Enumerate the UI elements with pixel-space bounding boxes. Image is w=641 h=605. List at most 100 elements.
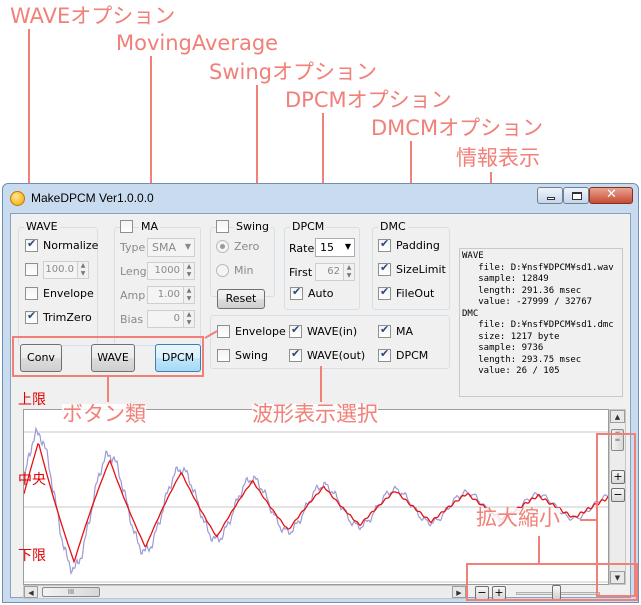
level-checkbox[interactable] — [25, 263, 38, 276]
maximize-button[interactable] — [563, 187, 589, 204]
level-value: 100.0 — [45, 264, 74, 275]
callout-zoom: 拡大縮小 — [476, 506, 560, 530]
rate-value: 15 — [320, 241, 334, 254]
callout-swing-option: Swingオプション — [209, 60, 377, 84]
dpcm-group-label: DPCM — [290, 220, 327, 233]
display-ma-checkbox[interactable] — [378, 323, 391, 338]
scroll-left-icon[interactable]: ◀ — [24, 586, 38, 598]
center-label: 中央 — [18, 472, 46, 488]
rate-select[interactable]: 15 ▼ — [315, 238, 355, 257]
callout-moving-average: MovingAverage — [116, 31, 279, 55]
auto-checkbox[interactable] — [290, 285, 303, 300]
trimzero-checkbox[interactable] — [25, 309, 38, 324]
app-icon — [10, 191, 25, 206]
reset-button[interactable]: Reset — [217, 289, 265, 309]
type-label: Type — [120, 241, 146, 254]
upper-limit-label: 上限 — [18, 392, 46, 408]
callout-info-display: 情報表示 — [456, 146, 540, 170]
display-swing-checkbox[interactable] — [217, 349, 230, 362]
callout-dmcm-option: DMCMオプション — [371, 116, 544, 140]
swing-label: Swing — [234, 220, 271, 233]
level-stepper[interactable]: 100.0 ▲ ▼ — [43, 261, 89, 279]
callout-dpcm-option: DPCMオプション — [285, 88, 452, 112]
envelope-label: Envelope — [43, 287, 94, 300]
normalize-checkbox[interactable] — [25, 237, 38, 252]
amp-value: 1.00 — [157, 289, 180, 300]
sizelimit-label: SizeLimit — [396, 263, 446, 276]
waveform-canvas — [24, 426, 608, 583]
spin-arrows-icon[interactable]: ▲ ▼ — [183, 311, 194, 327]
display-dpcm-label: DPCM — [396, 349, 429, 362]
display-swing-label: Swing — [235, 349, 268, 362]
leader-line — [107, 377, 109, 402]
auto-label: Auto — [308, 287, 334, 300]
fileout-checkbox[interactable] — [378, 285, 391, 300]
minimize-button[interactable] — [537, 187, 563, 204]
title-bar[interactable]: MakeDPCM Ver1.0.0.0 ✕ — [3, 184, 638, 212]
chevron-down-icon: ▼ — [344, 242, 351, 251]
window-title: MakeDPCM Ver1.0.0.0 — [31, 191, 154, 205]
swing-min-radio[interactable] — [216, 264, 229, 277]
leng-stepper[interactable]: 1000 ▲ ▼ — [147, 262, 195, 280]
bias-label: Bias — [120, 313, 144, 326]
envelope-checkbox[interactable] — [25, 287, 38, 300]
min-label: Min — [234, 264, 254, 277]
leader-line — [320, 366, 322, 402]
display-wave-out-checkbox[interactable] — [289, 347, 302, 362]
display-envelope-label: Envelope — [235, 325, 286, 338]
fileout-label: FileOut — [396, 287, 435, 300]
leader-line — [580, 519, 598, 521]
first-label: First — [289, 266, 313, 279]
leng-value: 1000 — [154, 265, 180, 276]
padding-label: Padding — [396, 239, 440, 252]
spin-arrows-icon[interactable]: ▲ ▼ — [183, 287, 194, 303]
info-panel: WAVE file: D:¥nsf¥DPCM¥sd1.wav sample: 1… — [459, 248, 623, 397]
callout-wave-option: WAVEオプション — [10, 4, 176, 28]
display-ma-label: MA — [396, 325, 414, 338]
swing-checkbox[interactable] — [216, 220, 229, 233]
amp-stepper[interactable]: 1.00 ▲ ▼ — [147, 286, 195, 304]
display-wave-in-checkbox[interactable] — [289, 323, 302, 338]
ma-type-select[interactable]: SMA ▼ — [147, 238, 195, 257]
ma-label: MA — [139, 220, 161, 233]
first-stepper[interactable]: 62 ▲ ▼ — [315, 263, 355, 281]
close-icon: ✕ — [606, 187, 617, 202]
wave-group-label: WAVE — [24, 220, 60, 233]
spin-arrows-icon[interactable]: ▲ ▼ — [343, 264, 354, 280]
buttons-highlight — [12, 336, 204, 377]
bias-stepper[interactable]: 0 ▲ ▼ — [147, 310, 195, 328]
padding-checkbox[interactable] — [378, 237, 391, 252]
swing-group — [210, 227, 275, 297]
callout-waveform-select: 波形表示選択 — [252, 402, 378, 426]
bias-value: 0 — [173, 313, 180, 324]
horizontal-scrollbar[interactable]: ◀ III ▶ — [23, 585, 467, 599]
horizontal-scroll-thumb[interactable]: III — [42, 587, 100, 597]
display-wave-in-label: WAVE(in) — [307, 325, 358, 338]
scroll-up-icon[interactable]: ▲ — [610, 410, 625, 423]
maximize-icon — [572, 192, 582, 200]
dmc-group-label: DMC — [378, 220, 408, 233]
leng-label: Leng — [120, 265, 147, 278]
swing-zero-radio[interactable] — [216, 240, 229, 253]
lower-limit-label: 下限 — [18, 548, 46, 564]
first-value: 62 — [327, 266, 340, 277]
display-wave-out-label: WAVE(out) — [307, 349, 366, 362]
scroll-right-icon[interactable]: ▶ — [452, 586, 466, 598]
sizelimit-checkbox[interactable] — [378, 261, 391, 276]
ma-type-value: SMA — [152, 241, 176, 254]
amp-label: Amp — [120, 289, 146, 302]
wave-in-trace — [24, 426, 608, 575]
ma-checkbox[interactable] — [120, 220, 133, 233]
display-dpcm-checkbox[interactable] — [378, 347, 391, 362]
zoom-h-highlight — [466, 563, 638, 601]
display-envelope-checkbox[interactable] — [217, 325, 230, 338]
rate-label: Rate — [289, 242, 315, 255]
spin-arrows-icon[interactable]: ▲ ▼ — [183, 263, 194, 279]
close-button[interactable]: ✕ — [589, 187, 633, 204]
callout-buttons: ボタン類 — [62, 402, 146, 426]
spin-arrows-icon[interactable]: ▲ ▼ — [77, 262, 88, 278]
normalize-label: Normalize — [43, 239, 99, 252]
trimzero-label: TrimZero — [43, 311, 92, 324]
minimize-icon — [547, 197, 555, 200]
waveform-view[interactable] — [23, 409, 609, 585]
